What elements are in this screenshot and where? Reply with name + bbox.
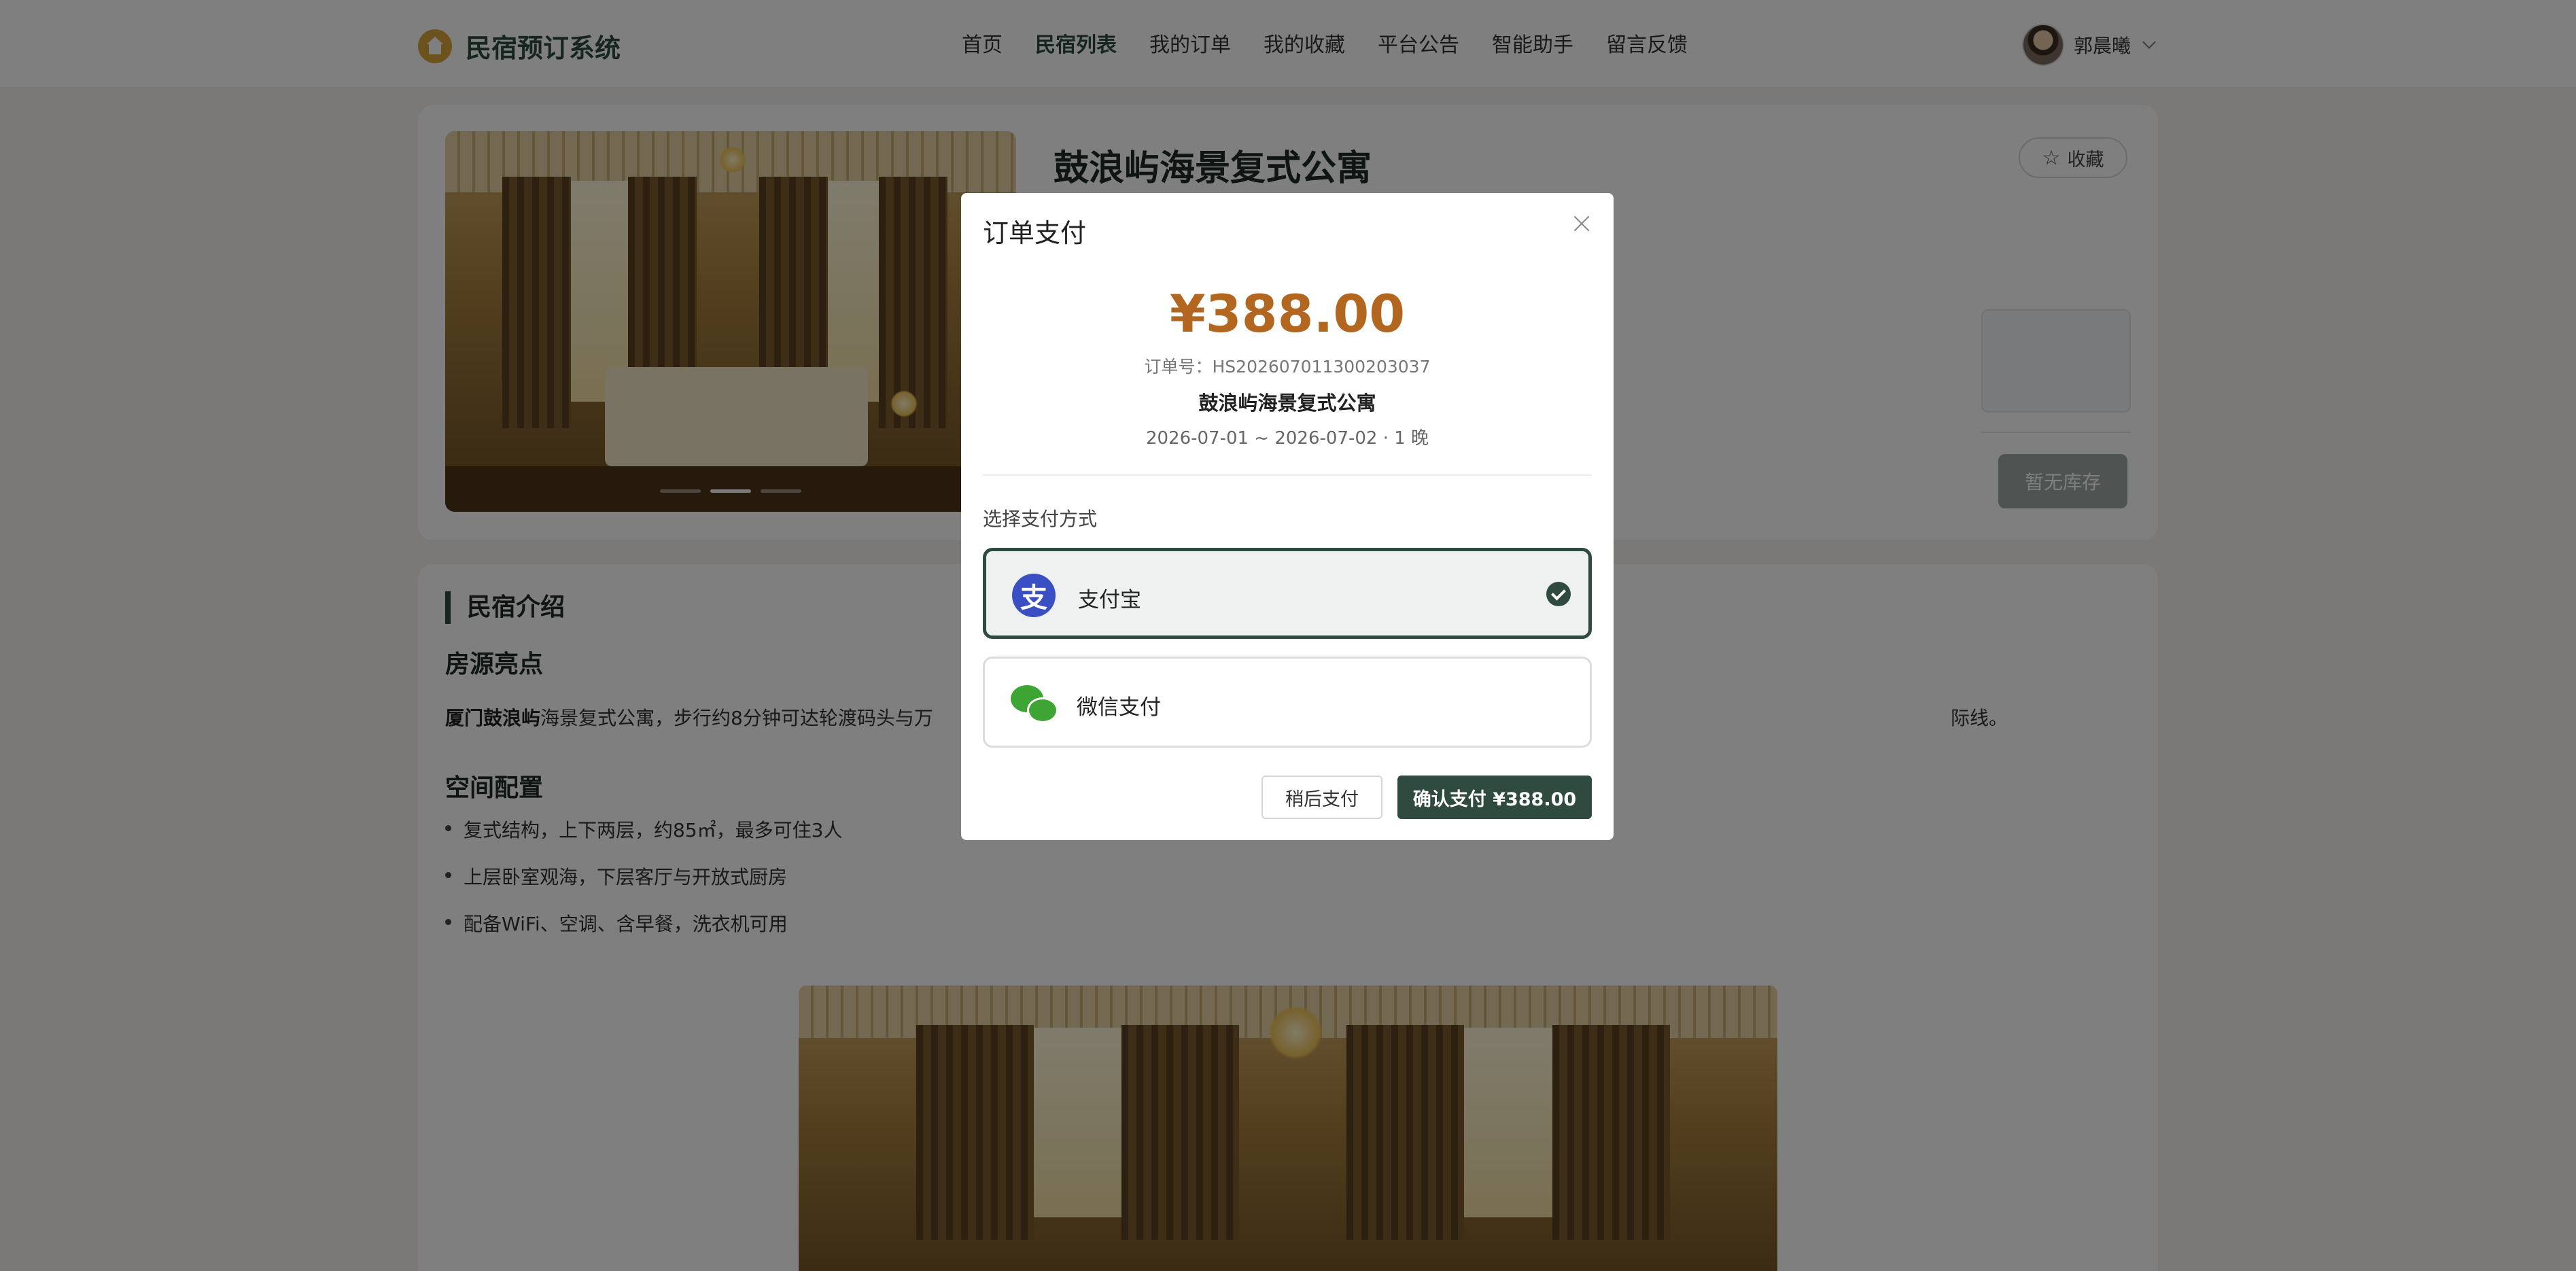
payment-option-label: 微信支付 bbox=[1077, 695, 1161, 720]
payment-option-label: 支付宝 bbox=[1078, 588, 1141, 612]
dialog-title: 订单支付 bbox=[983, 218, 1087, 248]
payment-method-label: 选择支付方式 bbox=[983, 508, 1098, 530]
close-icon[interactable] bbox=[1571, 213, 1592, 234]
alipay-icon: 支 bbox=[1012, 574, 1056, 617]
payment-option-alipay[interactable]: 支 支付宝 bbox=[983, 548, 1592, 639]
payment-amount: ¥388.00 bbox=[1169, 283, 1406, 344]
wechat-icon bbox=[1011, 681, 1058, 725]
payment-option-wechat[interactable]: 微信支付 bbox=[983, 657, 1592, 748]
stay-dates: 2026-07-01 ~ 2026-07-02 · 1 晚 bbox=[1145, 428, 1429, 449]
check-icon bbox=[1546, 582, 1571, 606]
order-number: 订单号：HS202607011300203037 bbox=[1144, 357, 1431, 377]
divider bbox=[983, 474, 1592, 476]
confirm-payment-button[interactable]: 确认支付 ¥388.00 bbox=[1397, 776, 1592, 819]
order-room-name: 鼓浪屿海景复式公寓 bbox=[1198, 391, 1376, 415]
pay-later-button[interactable]: 稍后支付 bbox=[1261, 776, 1382, 819]
payment-dialog: 订单支付 ¥388.00 订单号：HS202607011300203037 鼓浪… bbox=[961, 193, 1614, 840]
